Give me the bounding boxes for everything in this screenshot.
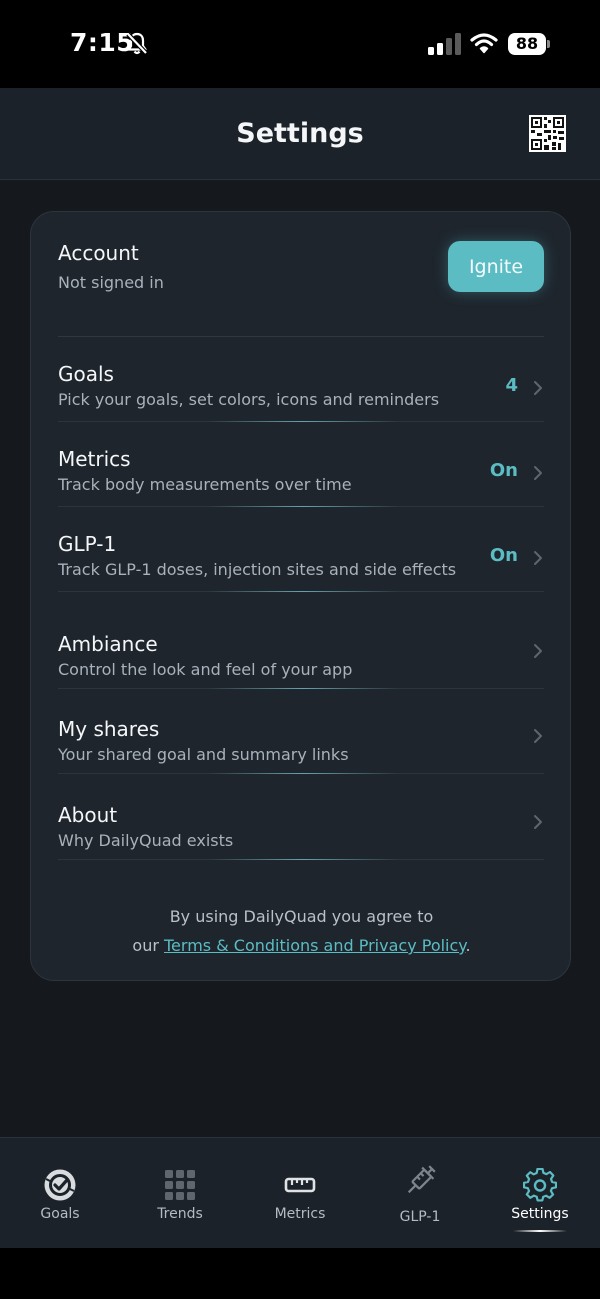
chevron-right-icon <box>534 466 542 480</box>
chevron-right-icon <box>534 644 542 658</box>
divider <box>58 773 544 774</box>
row-subtitle: Track body measurements over time <box>58 475 352 494</box>
tab-trends[interactable]: Trends <box>120 1138 240 1249</box>
settings-screen: 7:15 88 Settings Account Not signed in I… <box>0 0 600 1299</box>
row-subtitle: Your shared goal and summary links <box>58 745 349 764</box>
row-title: Ambiance <box>58 632 158 656</box>
settings-row-about[interactable]: About Why DailyQuad exists <box>58 778 544 863</box>
row-subtitle: Why DailyQuad exists <box>58 831 234 850</box>
terms-notice: By using DailyQuad you agree to our Term… <box>31 902 572 960</box>
row-title: GLP-1 <box>58 532 117 556</box>
terms-privacy-link[interactable]: Terms & Conditions and Privacy Policy <box>164 936 465 955</box>
settings-row-my-shares[interactable]: My shares Your shared goal and summary l… <box>58 692 544 777</box>
tab-goals[interactable]: Goals <box>0 1138 120 1249</box>
chevron-right-icon <box>534 381 542 395</box>
tab-bar: Goals Trends Metrics GLP-1 Settings <box>0 1137 600 1248</box>
row-subtitle: Control the look and feel of your app <box>58 660 353 679</box>
page-title: Settings <box>236 118 364 149</box>
qr-code-icon[interactable] <box>529 115 566 152</box>
chevron-right-icon <box>534 815 542 829</box>
settings-row-goals[interactable]: Goals Pick your goals, set colors, icons… <box>58 337 544 422</box>
account-status: Not signed in <box>58 273 164 292</box>
status-bar: 7:15 88 <box>0 0 600 88</box>
terms-prefix: our <box>132 936 164 955</box>
home-indicator-area <box>0 1248 600 1299</box>
battery-cap <box>547 40 550 48</box>
ignite-button[interactable]: Ignite <box>448 241 544 292</box>
tab-metrics[interactable]: Metrics <box>240 1138 360 1249</box>
goals-count: 4 <box>505 375 518 396</box>
divider <box>58 859 544 860</box>
row-subtitle: Track GLP-1 doses, injection sites and s… <box>58 560 457 579</box>
tab-label: Metrics <box>274 1206 326 1222</box>
account-title: Account <box>58 241 139 265</box>
row-title: Metrics <box>58 447 131 471</box>
divider <box>58 688 544 689</box>
settings-row-ambiance[interactable]: Ambiance Control the look and feel of yo… <box>58 607 544 692</box>
divider <box>58 591 544 592</box>
tab-settings[interactable]: Settings <box>480 1138 600 1249</box>
row-title: Goals <box>58 362 114 386</box>
glp1-status: On <box>489 545 518 566</box>
tab-label: Trends <box>157 1206 203 1222</box>
tab-label: Settings <box>511 1206 569 1222</box>
metrics-status: On <box>489 460 518 481</box>
row-title: My shares <box>58 717 160 741</box>
status-time: 7:15 <box>70 28 135 57</box>
tab-label: Goals <box>40 1206 80 1222</box>
bell-muted-icon <box>126 32 148 55</box>
settings-row-metrics[interactable]: Metrics Track body measurements over tim… <box>58 422 544 507</box>
wifi-icon <box>470 33 498 54</box>
terms-line-2: our Terms & Conditions and Privacy Polic… <box>31 931 572 960</box>
active-tab-indicator <box>513 1230 567 1232</box>
tab-label: GLP-1 <box>399 1209 441 1225</box>
grid-icon <box>165 1170 195 1200</box>
chevron-right-icon <box>534 551 542 565</box>
settings-card: Account Not signed in Ignite Goals Pick … <box>30 211 571 981</box>
header: Settings <box>0 88 600 180</box>
terms-line-1: By using DailyQuad you agree to <box>169 907 434 926</box>
settings-row-glp1[interactable]: GLP-1 Track GLP-1 doses, injection sites… <box>58 507 544 592</box>
gear-icon <box>523 1168 557 1202</box>
row-subtitle: Pick your goals, set colors, icons and r… <box>58 390 440 409</box>
goals-check-icon <box>44 1169 76 1201</box>
tab-glp1[interactable]: GLP-1 <box>360 1138 480 1249</box>
battery-icon: 88 <box>508 33 546 55</box>
ruler-icon <box>284 1177 316 1193</box>
row-title: About <box>58 803 118 827</box>
syringe-icon <box>407 1165 436 1194</box>
terms-suffix: . <box>465 936 471 955</box>
chevron-right-icon <box>534 729 542 743</box>
cellular-signal-icon <box>428 33 461 55</box>
